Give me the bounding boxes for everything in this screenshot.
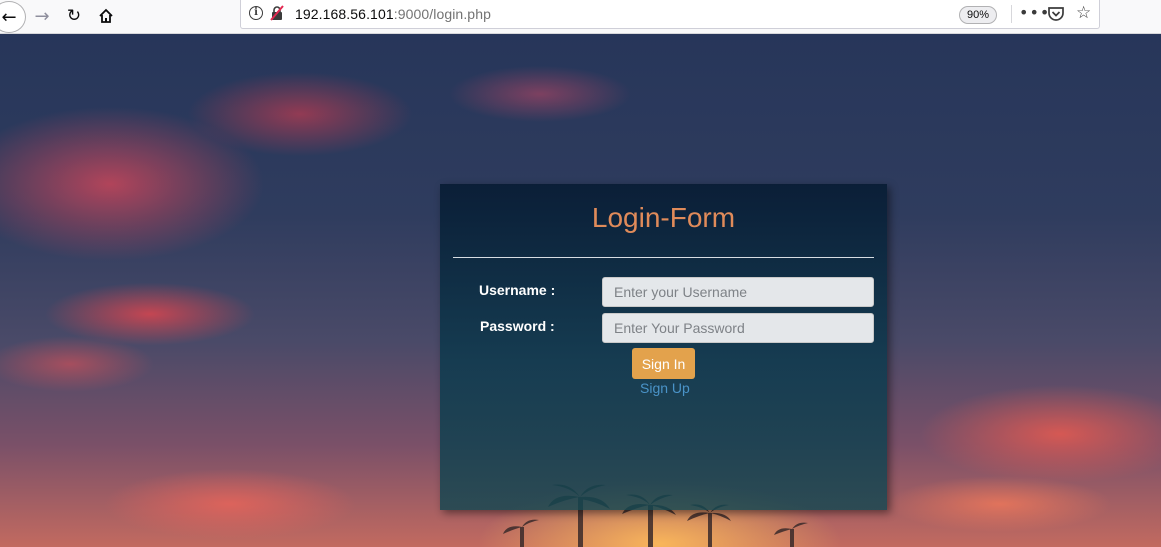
- url-path: :9000/login.php: [393, 6, 491, 22]
- info-icon[interactable]: i: [249, 6, 263, 20]
- home-button[interactable]: [92, 2, 120, 30]
- reload-icon: ↻: [66, 6, 82, 26]
- password-input[interactable]: [602, 313, 874, 343]
- insecure-lock-icon[interactable]: [269, 5, 285, 21]
- home-icon: [99, 8, 113, 23]
- signup-link[interactable]: Sign Up: [640, 380, 690, 396]
- bookmark-star-icon[interactable]: ☆: [1076, 3, 1091, 23]
- url-text[interactable]: 192.168.56.101:9000/login.php: [295, 6, 491, 22]
- url-divider: [1011, 5, 1012, 23]
- url-bar[interactable]: i 192.168.56.101:9000/login.php 90% ••• …: [240, 0, 1100, 29]
- back-button[interactable]: ←: [0, 1, 26, 33]
- login-title: Login-Form: [591, 202, 736, 233]
- more-dots-icon[interactable]: •••: [1019, 3, 1050, 22]
- browser-toolbar: ← → ↻ i 192.168.56.101:9000/login.php 90…: [0, 0, 1161, 34]
- username-label: Username :: [479, 282, 556, 298]
- url-host: 192.168.56.101: [295, 6, 394, 22]
- back-arrow-icon: ←: [1, 6, 17, 28]
- forward-arrow-icon: →: [34, 5, 50, 27]
- pocket-icon[interactable]: [1047, 5, 1065, 23]
- reload-button[interactable]: ↻: [60, 2, 88, 30]
- zoom-badge[interactable]: 90%: [959, 6, 997, 24]
- password-label: Password :: [480, 318, 555, 334]
- signin-button[interactable]: Sign In: [632, 348, 695, 379]
- login-form: Login-Form Username : Password : Sign In…: [440, 184, 887, 510]
- forward-button[interactable]: →: [28, 2, 56, 30]
- title-divider: [453, 257, 874, 258]
- username-input[interactable]: [602, 277, 874, 307]
